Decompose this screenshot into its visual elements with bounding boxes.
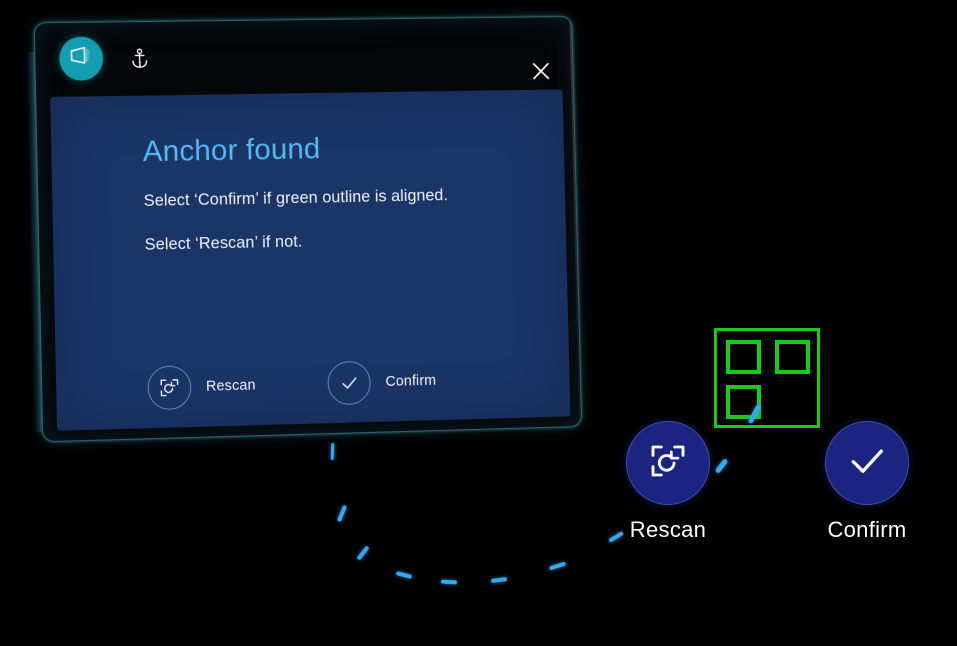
dialog-rescan-button[interactable]: Rescan [147, 364, 256, 411]
qr-anchor-outline [714, 328, 820, 428]
close-button[interactable] [526, 58, 555, 88]
rescan-scan-refresh-icon [648, 441, 688, 486]
slate-window-icon [69, 45, 93, 72]
trail-dash [395, 571, 413, 579]
trail-dash [336, 504, 348, 523]
dialog-confirm-label: Confirm [385, 372, 437, 390]
trail-dash [714, 458, 729, 474]
page-title: Anchor found [142, 132, 321, 169]
check-icon [327, 360, 372, 406]
anchor-icon [130, 47, 150, 74]
close-x-icon [530, 60, 552, 87]
confirm-button-circle[interactable] [825, 421, 909, 505]
dialog-actions: Rescan Confirm [147, 359, 437, 411]
rescan-button[interactable]: Rescan [625, 421, 711, 543]
anchor-icon-button[interactable] [127, 48, 153, 74]
dialog-rescan-label: Rescan [205, 377, 256, 395]
rescan-scan-refresh-icon [147, 365, 192, 411]
trail-dash [490, 577, 508, 583]
anchor-found-dialog: Anchor found Select ‘Confirm’ if green o… [50, 89, 571, 431]
trail-dash [330, 442, 335, 461]
trail-dash [356, 545, 370, 561]
confirm-button-label: Confirm [827, 517, 907, 542]
dialog-body-line-1: Select ‘Confirm’ if green outline is ali… [143, 186, 449, 210]
confirm-button[interactable]: Confirm [824, 421, 910, 543]
rescan-button-circle[interactable] [626, 421, 710, 505]
dialog-confirm-button[interactable]: Confirm [327, 359, 437, 406]
panel-titlebar [35, 17, 573, 95]
trail-dash [548, 561, 567, 571]
trail-dash [608, 531, 624, 543]
mixed-reality-scene: Anchor found Select ‘Confirm’ if green o… [0, 0, 957, 646]
trail-dash [440, 579, 458, 585]
dialog-body-line-2: Select ‘Rescan’ if not. [144, 232, 303, 255]
anchor-dialog-panel: Anchor found Select ‘Confirm’ if green o… [26, 16, 583, 443]
check-icon [845, 439, 889, 488]
app-badge[interactable] [58, 36, 104, 81]
rescan-button-label: Rescan [629, 517, 707, 542]
